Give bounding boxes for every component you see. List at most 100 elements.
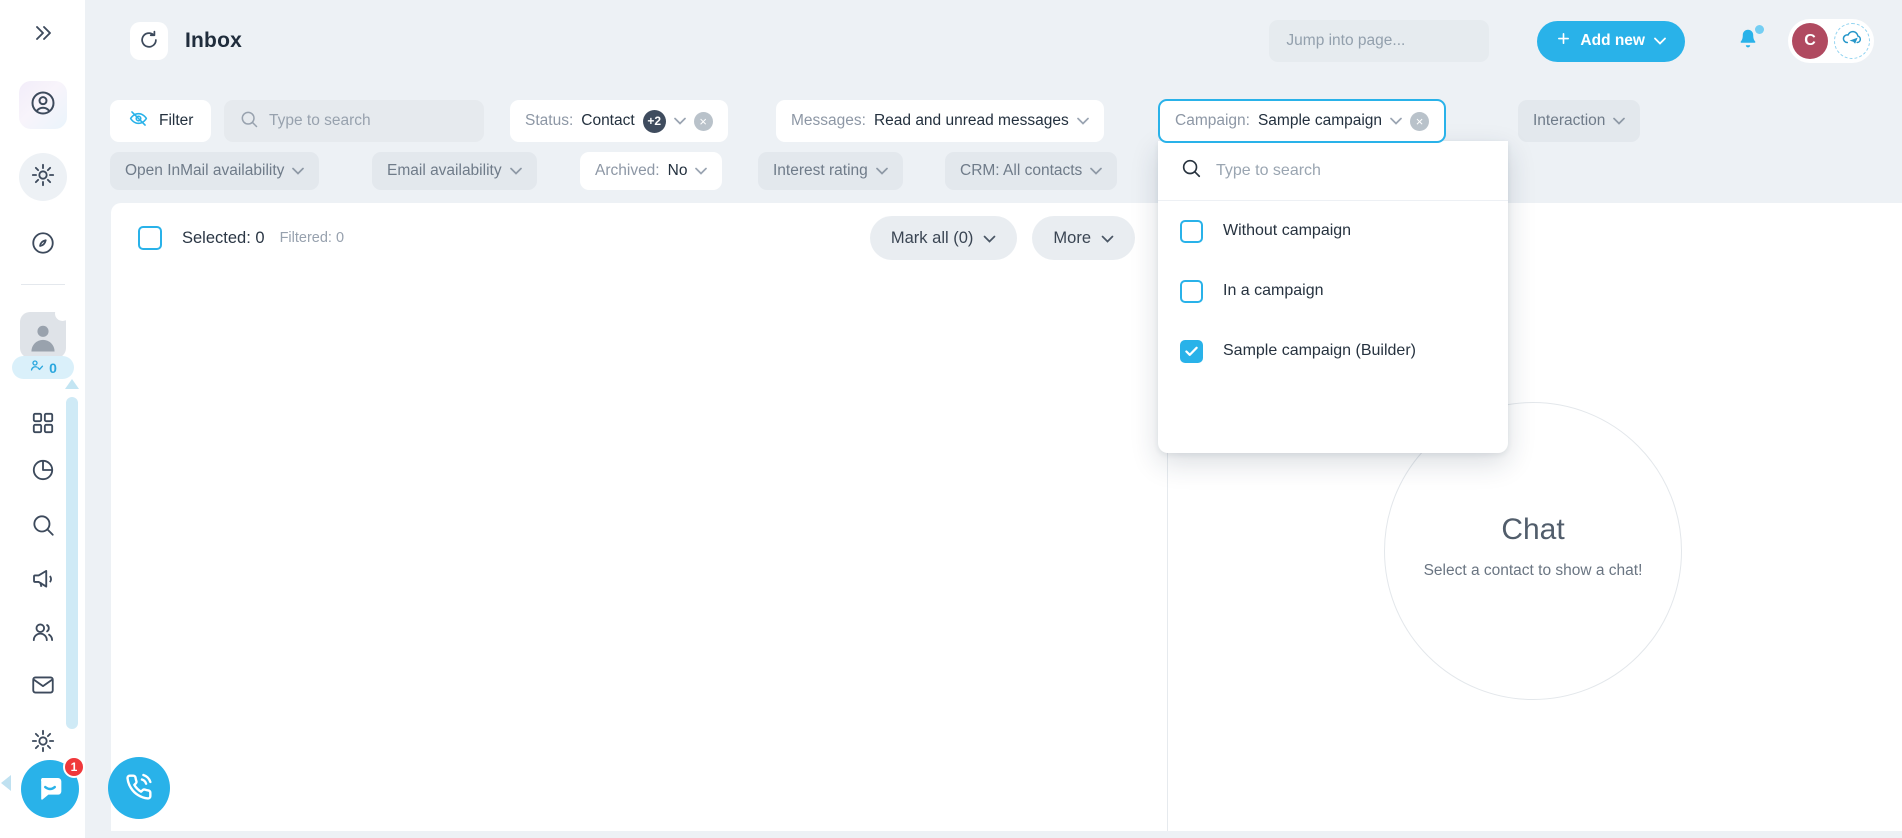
sidebar-contacts-badge: 0 <box>12 356 74 379</box>
dropdown-search[interactable] <box>1158 141 1508 201</box>
interest-rating-filter-label: Interest rating <box>773 162 868 179</box>
chevron-down-icon <box>1654 32 1666 50</box>
archived-filter-chip[interactable]: Archived: No <box>580 152 723 190</box>
pie-chart-icon <box>30 457 56 488</box>
campaign-filter-value: Sample campaign <box>1257 112 1383 129</box>
sidebar-avatar[interactable] <box>20 306 70 358</box>
sidebar-item-settings[interactable] <box>30 729 56 756</box>
sidebar-expand-button[interactable] <box>29 20 57 48</box>
crm-filter-chip[interactable]: CRM: All contacts <box>945 152 1118 190</box>
campaign-filter-chip[interactable]: Campaign: Sample campaign × <box>1158 99 1447 143</box>
contacts-badge-count: 0 <box>49 359 57 376</box>
cloud-plane-logo-icon <box>1840 27 1864 56</box>
sidebar-item-dashboard[interactable] <box>30 412 56 438</box>
dashboard-grid-icon <box>30 410 56 441</box>
contact-search[interactable] <box>224 100 484 142</box>
interaction-filter-chip[interactable]: Interaction <box>1518 100 1641 142</box>
chat-empty-subtitle: Select a contact to show a chat! <box>1423 562 1643 579</box>
selected-count: Selected: 0 <box>182 228 265 247</box>
filter-button[interactable]: Filter <box>110 100 212 142</box>
collapse-left-arrow-icon[interactable] <box>1 775 11 791</box>
status-extra-count-badge: +2 <box>642 109 666 133</box>
option-label: Without campaign <box>1223 222 1352 239</box>
status-filter-chip[interactable]: Status: Contact +2 × <box>510 100 728 142</box>
notifications-button[interactable] <box>1735 25 1764 56</box>
workspace-logo[interactable] <box>1834 23 1870 59</box>
avatar-status-dot <box>55 306 70 321</box>
support-chat-widget-button[interactable]: 1 <box>21 756 85 818</box>
interest-rating-filter-chip[interactable]: Interest rating <box>758 152 903 190</box>
mark-all-button[interactable]: Mark all (0) <box>869 216 1018 260</box>
select-all-checkbox[interactable] <box>138 226 162 250</box>
person-check-icon <box>29 358 45 377</box>
dropdown-option-without-campaign[interactable]: Without campaign <box>1158 201 1508 261</box>
checkbox[interactable] <box>1180 279 1203 303</box>
messages-filter-value: Read and unread messages <box>873 112 1069 129</box>
email-availability-filter-chip[interactable]: Email availability <box>372 152 537 190</box>
campaign-filter-label: Campaign: <box>1175 112 1250 129</box>
search-icon <box>1180 157 1202 184</box>
option-label: Sample campaign (Builder) <box>1223 342 1416 359</box>
campaign-filter-clear-icon[interactable]: × <box>1410 111 1430 131</box>
chevron-down-icon <box>1390 112 1402 130</box>
dropdown-search-input[interactable] <box>1216 161 1486 180</box>
option-label: In a campaign <box>1223 282 1324 299</box>
filter-label: Filter <box>159 112 194 129</box>
app-root: 0 Inbox Jump into page... Add new C Filt… <box>0 0 1902 838</box>
compass-icon <box>30 230 56 261</box>
sidebar-item-preferences[interactable] <box>19 153 67 201</box>
person-circle-icon <box>29 89 57 122</box>
main-panel: Selected: 0 Filtered: 0 Mark all (0) Mor… <box>111 203 1902 831</box>
people-icon <box>30 619 56 650</box>
chevron-down-icon <box>509 162 522 180</box>
checkbox[interactable] <box>1180 339 1203 363</box>
user-avatar[interactable]: C <box>1792 23 1828 59</box>
sidebar-item-contacts[interactable] <box>30 621 56 647</box>
phone-icon <box>123 771 155 806</box>
checkbox[interactable] <box>1180 219 1203 243</box>
chevron-down-icon <box>1076 112 1089 130</box>
sidebar-item-statistics[interactable] <box>30 459 56 485</box>
mail-icon <box>30 672 56 703</box>
archived-filter-value: No <box>667 162 688 179</box>
interaction-filter-label: Interaction <box>1533 112 1606 129</box>
sidebar-item-profile[interactable] <box>19 81 67 129</box>
status-filter-clear-icon[interactable]: × <box>693 111 713 131</box>
refresh-button[interactable] <box>130 22 168 60</box>
person-placeholder-icon <box>24 319 62 358</box>
contact-search-input[interactable] <box>269 112 469 130</box>
add-new-label: Add new <box>1580 32 1645 49</box>
status-filter-label: Status: <box>525 112 574 129</box>
status-filter-value: Contact <box>581 112 635 129</box>
avatar-initial: C <box>1804 32 1816 49</box>
filtered-count: Filtered: 0 <box>279 230 345 246</box>
plus-icon <box>1556 31 1571 51</box>
scroll-up-arrow-icon[interactable] <box>65 379 79 389</box>
chevron-down-icon <box>695 162 708 180</box>
gear-icon <box>30 162 56 193</box>
account-switcher: C <box>1788 19 1874 63</box>
add-new-button[interactable]: Add new <box>1537 20 1685 62</box>
chevron-down-icon <box>292 162 305 180</box>
more-label: More <box>1053 228 1091 247</box>
email-availability-filter-label: Email availability <box>387 162 502 179</box>
dropdown-option-in-a-campaign[interactable]: In a campaign <box>1158 261 1508 321</box>
sidebar-item-inbox[interactable] <box>30 674 56 700</box>
messages-filter-chip[interactable]: Messages: Read and unread messages <box>776 100 1104 142</box>
open-inmail-filter-chip[interactable]: Open InMail availability <box>110 152 320 190</box>
chevron-down-icon <box>1090 162 1103 180</box>
more-button[interactable]: More <box>1032 216 1135 260</box>
chevron-down-icon <box>875 162 888 180</box>
chevrons-right-icon <box>31 21 55 48</box>
sidebar-item-explore[interactable] <box>30 230 56 261</box>
dropdown-option-sample-campaign[interactable]: Sample campaign (Builder) <box>1158 321 1508 381</box>
call-widget-button[interactable] <box>108 757 170 819</box>
sidebar-scrollbar[interactable] <box>66 397 78 729</box>
sidebar-item-campaigns[interactable] <box>30 568 56 594</box>
campaign-dropdown: Without campaign In a campaign Sample ca… <box>1158 141 1508 453</box>
chevron-down-icon <box>1101 229 1114 248</box>
jump-into-page-input[interactable] <box>1269 20 1490 62</box>
sidebar-item-search[interactable] <box>30 514 56 540</box>
refresh-icon <box>138 29 160 54</box>
crm-filter-label: CRM: All contacts <box>960 162 1083 179</box>
